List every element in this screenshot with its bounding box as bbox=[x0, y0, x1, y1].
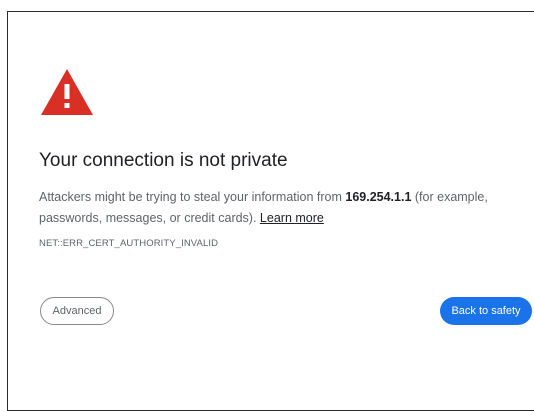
desc-text-prefix: Attackers might be trying to steal your … bbox=[39, 190, 346, 204]
learn-more-link[interactable]: Learn more bbox=[260, 211, 324, 225]
warning-description: Attackers might be trying to steal your … bbox=[39, 187, 509, 229]
page-title: Your connection is not private bbox=[39, 150, 288, 171]
advanced-button[interactable]: Advanced bbox=[40, 297, 114, 325]
warning-triangle-icon bbox=[41, 69, 93, 115]
back-to-safety-button[interactable]: Back to safety bbox=[440, 297, 532, 325]
error-code: NET::ERR_CERT_AUTHORITY_INVALID bbox=[39, 238, 219, 249]
host-address: 169.254.1.1 bbox=[345, 190, 412, 204]
